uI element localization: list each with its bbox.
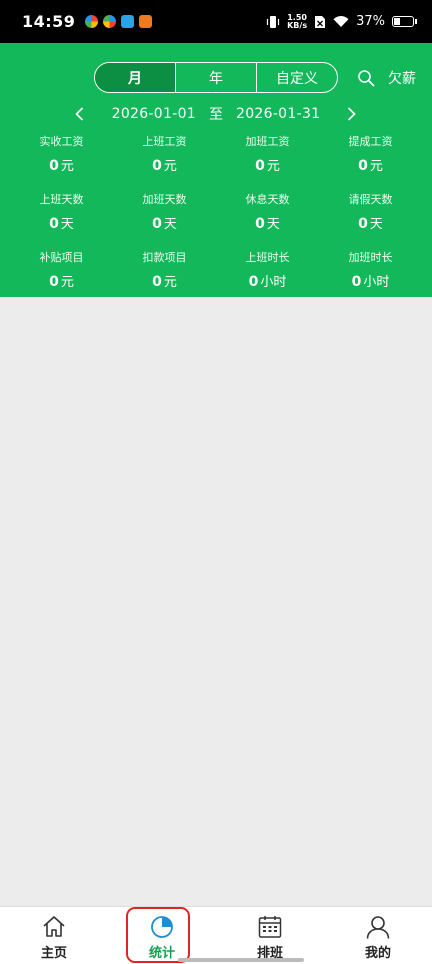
- no-sim-icon: [315, 15, 326, 28]
- battery-icon: [392, 16, 417, 27]
- tab-home[interactable]: 主页: [0, 907, 108, 964]
- stat-label: 上班工资: [142, 135, 187, 148]
- app-notification-icon: [121, 15, 135, 28]
- stat-leave-days: 请假天数 0 天: [319, 187, 422, 245]
- stat-value: 0天: [358, 216, 383, 232]
- tab-custom[interactable]: 自定义: [257, 63, 337, 92]
- bottom-tab-bar: 主页 统计 排班 我的: [0, 906, 432, 964]
- owed-wages-link[interactable]: 欠薪: [388, 68, 416, 88]
- stat-label: 加班时长: [348, 251, 393, 264]
- stat-value: 0天: [49, 216, 74, 232]
- stat-rest-days: 休息天数 0 天: [216, 187, 319, 245]
- stat-label: 上班时长: [245, 251, 290, 264]
- chevron-left-icon[interactable]: [71, 105, 89, 123]
- stat-label: 加班工资: [245, 135, 290, 148]
- stat-label: 加班天数: [142, 193, 187, 206]
- stat-value: 0 小时: [351, 274, 390, 290]
- stat-overtime-hours: 加班时长 0 小时: [319, 245, 422, 303]
- period-segmented-control: 月 年 自定义: [94, 62, 338, 93]
- vibrate-icon: [267, 15, 280, 28]
- person-icon: [366, 916, 390, 939]
- tab-schedule[interactable]: 排班: [216, 907, 324, 964]
- stat-deduction-items: 扣款项目 0 元: [113, 245, 216, 303]
- network-speed: 1.50 KB/s: [287, 12, 308, 30]
- tab-month[interactable]: 月: [95, 63, 176, 92]
- stat-value: 0天: [255, 216, 280, 232]
- stat-work-days: 上班天数 0 天: [10, 187, 113, 245]
- active-tab-highlight: [126, 907, 190, 963]
- app-notification-icon: [85, 15, 99, 28]
- stat-work-hours: 上班时长 0 小时: [216, 245, 319, 303]
- stat-value: 0元: [49, 274, 74, 290]
- stats-grid: 实收工资 0 元 上班工资 0 元 加班工资 0 元 提成工资 0 元 上班天数 0 天 加班天数 0…: [10, 129, 422, 303]
- stat-value: 0元: [358, 158, 383, 174]
- stat-value: 0天: [152, 216, 177, 232]
- stat-label: 扣款项目: [142, 251, 187, 264]
- app-notification-icon: [139, 15, 153, 28]
- notification-icons: [85, 15, 153, 28]
- date-range: 2026-01-01 至 2026-01-31: [0, 103, 432, 125]
- stats-header: 月 年 自定义 欠薪 2026-01-01 至 2026-01-31 实收工资 0…: [0, 43, 432, 297]
- stat-value: 0元: [255, 158, 280, 174]
- stat-label: 补贴项目: [39, 251, 84, 264]
- stat-value: 0 小时: [248, 274, 287, 290]
- stat-label: 提成工资: [348, 135, 393, 148]
- tab-label: 我的: [364, 946, 391, 961]
- start-date[interactable]: 2026-01-01: [112, 106, 196, 122]
- app-notification-icon: [103, 15, 117, 28]
- home-icon: [43, 916, 65, 937]
- wifi-icon: [333, 16, 349, 27]
- chevron-right-icon[interactable]: [342, 105, 360, 123]
- stat-work-wage: 上班工资 0 元: [113, 129, 216, 187]
- stat-commission-wage: 提成工资 0 元: [319, 129, 422, 187]
- tab-year[interactable]: 年: [176, 63, 257, 92]
- stat-value: 0元: [49, 158, 74, 174]
- battery-percent: 37%: [356, 14, 385, 29]
- content-area: [0, 297, 432, 906]
- stat-actual-wage: 实收工资 0 元: [10, 129, 113, 187]
- stat-allowance-items: 补贴项目 0 元: [10, 245, 113, 303]
- end-date[interactable]: 2026-01-31: [236, 106, 320, 122]
- stat-overtime-days: 加班天数 0 天: [113, 187, 216, 245]
- status-bar: 14:59 1.50 KB/s 37%: [0, 0, 432, 43]
- stat-label: 上班天数: [39, 193, 84, 206]
- search-icon[interactable]: [357, 69, 375, 87]
- status-time: 14:59: [22, 12, 76, 31]
- stat-label: 休息天数: [245, 193, 290, 206]
- stat-label: 请假天数: [348, 193, 393, 206]
- date-separator: 至: [209, 107, 223, 123]
- gesture-bar[interactable]: [178, 958, 304, 962]
- stat-overtime-wage: 加班工资 0 元: [216, 129, 319, 187]
- tab-label: 主页: [40, 946, 67, 961]
- stat-value: 0元: [152, 274, 177, 290]
- calendar-icon: [258, 916, 282, 938]
- stat-label: 实收工资: [39, 135, 84, 148]
- tab-mine[interactable]: 我的: [324, 907, 432, 964]
- stat-value: 0元: [152, 158, 177, 174]
